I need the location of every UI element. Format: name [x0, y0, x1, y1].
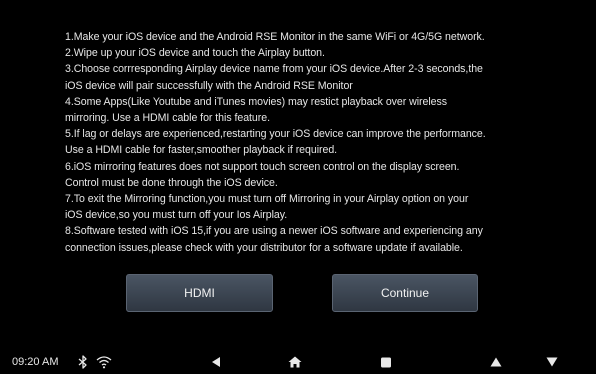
continue-button[interactable]: Continue: [332, 274, 478, 312]
volume-up-icon[interactable]: [490, 357, 502, 367]
instruction-line: 6.iOS mirroring features does not suppor…: [65, 160, 460, 173]
instruction-line: 5.If lag or delays are experienced,resta…: [65, 128, 486, 141]
instruction-line: 2.Wipe up your iOS device and touch the …: [65, 47, 325, 60]
hdmi-button[interactable]: HDMI: [126, 274, 273, 312]
instruction-line: connection issues,please check with your…: [65, 241, 463, 254]
wifi-icon: [96, 355, 112, 369]
back-icon[interactable]: [210, 356, 222, 368]
mirroring-instructions-screen: 1.Make your iOS device and the Android R…: [0, 0, 596, 374]
instruction-line: 8.Software tested with iOS 15,if you are…: [65, 225, 483, 238]
instruction-line: 1.Make your iOS device and the Android R…: [65, 31, 485, 43]
instruction-line: iOS device will pair successfully with t…: [65, 79, 353, 92]
instruction-line: 7.To exit the Mirroring function,you mus…: [65, 193, 469, 206]
instruction-line: 4.Some Apps(Like Youtube and iTunes movi…: [65, 95, 447, 108]
bluetooth-icon: [78, 355, 88, 369]
clock-time: 09:20 AM: [12, 356, 59, 368]
instruction-line: Use a HDMI cable for faster,smoother pla…: [65, 144, 338, 157]
system-bar: 09:20 AM: [0, 352, 596, 374]
instruction-line: Control must be done through the iOS dev…: [65, 176, 278, 189]
recent-apps-icon[interactable]: [380, 357, 392, 368]
instruction-line: mirroring. Use a HDMI cable for this fea…: [65, 112, 270, 125]
instructions-text: 1.Make your iOS device and the Android R…: [65, 29, 585, 256]
instruction-line: 3.Choose corrresponding Airplay device n…: [65, 63, 483, 76]
instruction-line: iOS device,so you must turn off your Ios…: [65, 209, 288, 222]
home-icon[interactable]: [288, 356, 302, 368]
volume-down-icon[interactable]: [546, 357, 558, 367]
